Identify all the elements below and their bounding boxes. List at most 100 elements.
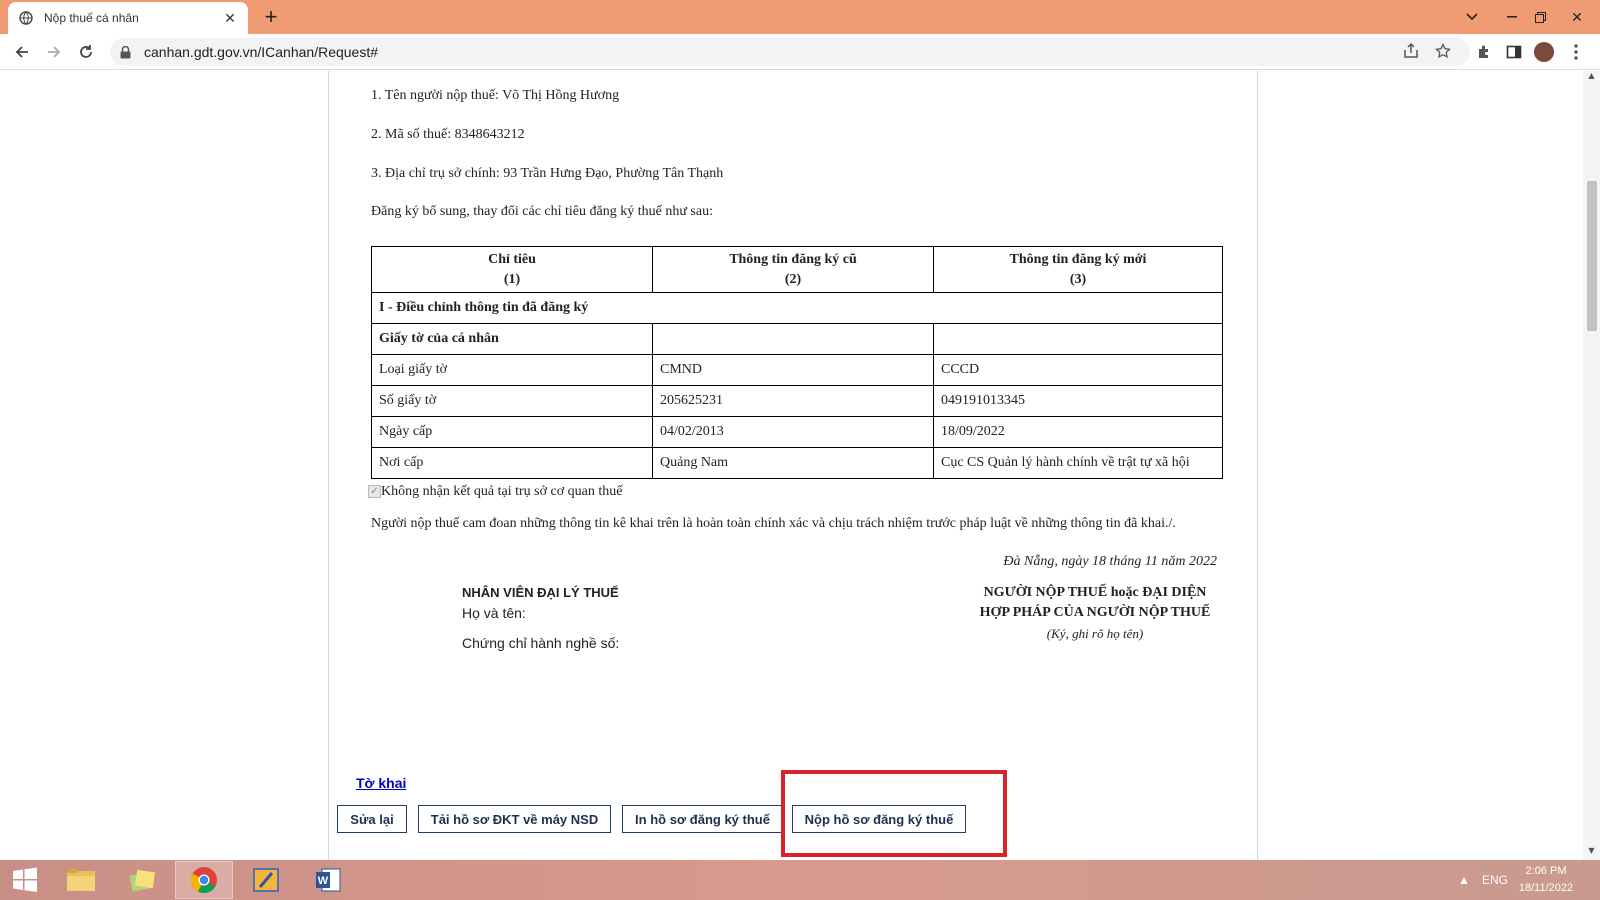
print-button[interactable]: In hồ sơ đăng ký thuế [622,805,783,833]
browser-toolbar: canhan.gdt.gov.vn/ICanhan/Request# [0,34,1600,70]
table-header-row: Chỉ tiêu (1) Thông tin đăng ký cũ (2) Thôn… [371,246,1223,293]
htkk-icon [253,868,279,892]
download-button[interactable]: Tải hồ sơ ĐKT về máy NSD [418,805,611,833]
tax-code-line: 2. Mã số thuế: 8348643212 [371,127,525,142]
chrome-app[interactable] [175,861,233,899]
folder-icon [67,869,95,891]
new-tab-button[interactable]: + [258,4,284,30]
table-cell: CMND [652,354,934,386]
window-close-button[interactable]: ✕ [1554,0,1600,34]
section-title: I - Điều chỉnh thông tin đã đăng ký [371,292,1223,324]
table-row: Ngày cấp 04/02/2013 18/09/2022 [371,416,1223,448]
header-cell-1: Chỉ tiêu (1) [371,246,653,293]
table-row: Số giấy tờ 205625231 049191013345 [371,385,1223,417]
section-row: I - Điều chỉnh thông tin đã đăng ký [371,292,1223,324]
htkk-app[interactable] [237,861,295,899]
tray-overflow-icon[interactable]: ▲ [1458,860,1470,900]
globe-icon [18,10,34,26]
vertical-scrollbar[interactable]: ▲ ▼ [1583,71,1600,860]
word-icon: W [316,868,341,892]
header-num: (1) [503,271,521,287]
bookmark-star-icon[interactable] [1432,40,1454,62]
browser-tab[interactable]: Nộp thuế cá nhân ✕ [8,2,248,34]
file-explorer-app[interactable] [52,861,110,899]
windows-taskbar: W ▲ ENG 2:06 PM 18/11/2022 [0,860,1600,900]
header-num: (3) [1069,271,1087,287]
header-label: Thông tin đăng ký cũ [729,251,857,267]
menu-kebab-icon[interactable] [1562,38,1590,66]
minimize-button[interactable] [1498,0,1526,34]
share-icon[interactable] [1400,40,1422,62]
chrome-icon [190,867,217,894]
sticky-notes-app[interactable] [113,861,171,899]
table-cell: 18/09/2022 [933,416,1223,448]
table-cell: CCCD [933,354,1223,386]
address-bar[interactable]: canhan.gdt.gov.vn/ICanhan/Request# [110,38,1470,66]
header-num: (2) [784,271,802,287]
tab-search-icon[interactable] [1460,0,1484,34]
header-label: Chỉ tiêu [488,251,536,267]
table-cell: Ngày cấp [371,416,653,448]
taxpayer-title-2: HỢP PHÁP CỦA NGƯỜI NỘP THUẾ [979,605,1211,620]
taxpayer-title-1: NGƯỜI NỘP THUẾ hoặc ĐẠI DIỆN [983,585,1207,600]
edit-button[interactable]: Sửa lại [337,805,407,833]
intro-line: Đăng ký bổ sung, thay đổi các chỉ tiêu đ… [371,204,713,219]
group-row: Giấy tờ của cá nhân [371,323,1223,355]
tab-close-icon[interactable]: ✕ [222,10,238,27]
scroll-up-icon[interactable]: ▲ [1583,71,1600,85]
restore-button[interactable] [1526,0,1554,34]
address-line: 3. Địa chỉ trụ sở chính: 93 Trần Hưng Đạ… [371,166,724,181]
agent-name-label: Họ và tên: [462,605,526,621]
lock-icon[interactable] [120,45,134,59]
table-cell: Số giấy tờ [371,385,653,417]
highlight-box [781,770,1007,857]
table-cell: 205625231 [652,385,934,417]
clock-date: 18/11/2022 [1518,882,1574,894]
taxpayer-sign-note: (Ký, ghi rõ họ tên) [1046,626,1144,641]
header-cell-3: Thông tin đăng ký mới (3) [933,246,1223,293]
word-app[interactable]: W [299,861,357,899]
start-button[interactable] [0,861,50,899]
table-cell [652,323,934,355]
table-row: Nơi cấp Quảng Nam Cục CS Quản lý hành ch… [371,447,1223,479]
windows-logo-icon [13,867,37,892]
taskbar-clock[interactable]: 2:06 PM 18/11/2022 [1506,863,1586,897]
table-cell: Loại giấy tờ [371,354,653,386]
table-cell: 049191013345 [933,385,1223,417]
forward-icon[interactable] [40,38,68,66]
table-cell: Cục CS Quản lý hành chính về trật tự xã … [933,447,1223,479]
declaration-text: Người nộp thuế cam đoan những thông tin … [371,516,1176,531]
no-receive-checkbox[interactable]: ✓ [368,485,381,498]
table-cell [933,323,1223,355]
scroll-thumb[interactable] [1587,181,1597,331]
to-khai-link[interactable]: Tờ khai [356,775,406,791]
table-cell: Quảng Nam [652,447,934,479]
svg-text:W: W [318,875,329,887]
table-row: Loại giấy tờ CMND CCCD [371,354,1223,386]
checkbox-label: Không nhận kết quả tại trụ sở cơ quan th… [381,484,623,499]
reload-icon[interactable] [72,38,100,66]
extensions-icon[interactable] [1470,38,1498,66]
tab-title: Nộp thuế cá nhân [44,11,139,25]
scroll-down-icon[interactable]: ▼ [1583,846,1600,860]
registration-table: Chỉ tiêu (1) Thông tin đăng ký cũ (2) Thôn… [371,246,1223,479]
group-title: Giấy tờ của cá nhân [371,323,653,355]
clock-time: 2:06 PM [1525,865,1567,877]
browser-tab-bar: Nộp thuế cá nhân ✕ + ✕ [0,0,1600,34]
avatar-image [1534,42,1554,62]
table-cell: Nơi cấp [371,447,653,479]
date-line: Đà Nẵng, ngày 18 tháng 11 năm 2022 [1003,554,1217,569]
input-language[interactable]: ENG [1482,860,1508,900]
page-viewport: 1. Tên người nộp thuế: Võ Thị Hồng Hương… [0,71,1600,860]
url-text: canhan.gdt.gov.vn/ICanhan/Request# [144,44,379,60]
table-cell: 04/02/2013 [652,416,934,448]
side-panel-icon[interactable] [1500,38,1528,66]
agent-title: NHÂN VIÊN ĐẠI LÝ THUẾ [462,585,619,600]
back-icon[interactable] [8,38,36,66]
header-label: Thông tin đăng ký mới [1009,251,1147,267]
header-cell-2: Thông tin đăng ký cũ (2) [652,246,934,293]
taxpayer-name-line: 1. Tên người nộp thuế: Võ Thị Hồng Hương [371,88,620,103]
agent-cert-label: Chứng chỉ hành nghề số: [462,635,620,651]
profile-avatar[interactable] [1530,38,1558,66]
sticky-notes-icon [129,869,156,892]
